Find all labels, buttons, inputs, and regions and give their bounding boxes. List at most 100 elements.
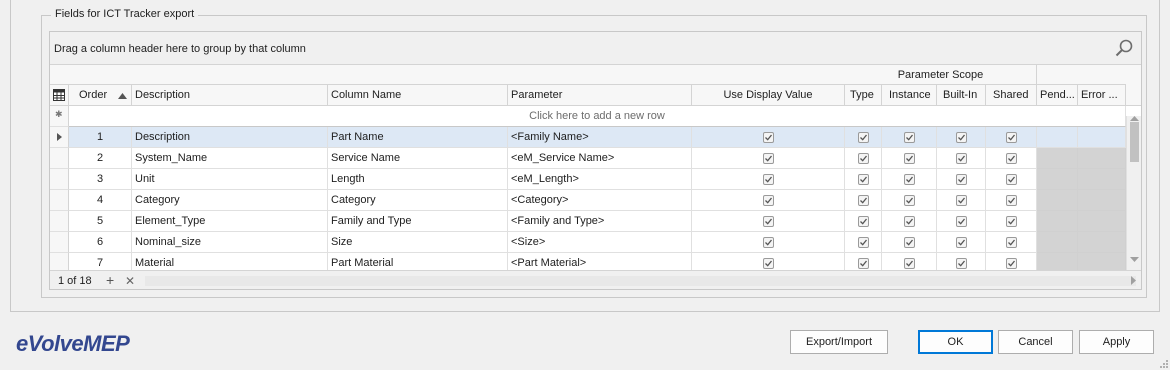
column-header-type[interactable]: Type xyxy=(845,85,882,106)
checkbox-instance[interactable] xyxy=(904,132,915,143)
cell-shared[interactable] xyxy=(986,190,1037,211)
cell-instance[interactable] xyxy=(882,232,937,253)
data-grid[interactable]: Drag a column header here to group by th… xyxy=(49,31,1142,290)
checkbox-use-display-value[interactable] xyxy=(763,258,774,269)
checkbox-use-display-value[interactable] xyxy=(763,216,774,227)
cell-pending[interactable] xyxy=(1037,190,1078,211)
cell-column-name[interactable]: Category xyxy=(328,190,508,211)
checkbox-built-in[interactable] xyxy=(956,174,967,185)
cell-use-display-value[interactable] xyxy=(692,169,845,190)
search-icon[interactable] xyxy=(1114,38,1134,58)
column-header-pending[interactable]: Pend... xyxy=(1037,85,1078,106)
cell-error[interactable] xyxy=(1078,190,1126,211)
cell-pending[interactable] xyxy=(1037,169,1078,190)
checkbox-type[interactable] xyxy=(858,216,869,227)
add-record-icon[interactable]: + xyxy=(106,272,114,288)
cell-shared[interactable] xyxy=(986,127,1037,148)
cell-type[interactable] xyxy=(845,232,882,253)
cell-order[interactable]: 2 xyxy=(69,148,132,169)
column-header-column-name[interactable]: Column Name xyxy=(328,85,508,106)
cell-built-in[interactable] xyxy=(937,190,986,211)
column-header-shared[interactable]: Shared xyxy=(986,85,1037,106)
cell-built-in[interactable] xyxy=(937,148,986,169)
cell-column-name[interactable]: Part Name xyxy=(328,127,508,148)
checkbox-shared[interactable] xyxy=(1006,237,1017,248)
cell-parameter[interactable]: <Family Name> xyxy=(508,127,692,148)
cell-description[interactable]: Category xyxy=(132,190,328,211)
new-item-row[interactable]: ✱ Click here to add a new row xyxy=(50,106,1126,127)
column-header-description[interactable]: Description xyxy=(132,85,328,106)
cell-shared[interactable] xyxy=(986,169,1037,190)
cell-error[interactable] xyxy=(1078,169,1126,190)
row-indicator[interactable] xyxy=(50,169,69,190)
cell-pending[interactable] xyxy=(1037,148,1078,169)
column-header-built-in[interactable]: Built-In xyxy=(937,85,986,106)
cell-parameter[interactable]: <eM_Service Name> xyxy=(508,148,692,169)
export-import-button[interactable]: Export/Import xyxy=(790,330,888,354)
row-indicator[interactable] xyxy=(50,232,69,253)
row-indicator[interactable] xyxy=(50,190,69,211)
cancel-button[interactable]: Cancel xyxy=(998,330,1073,354)
cell-error[interactable] xyxy=(1078,211,1126,232)
cell-use-display-value[interactable] xyxy=(692,127,845,148)
checkbox-built-in[interactable] xyxy=(956,153,967,164)
cell-parameter[interactable]: <Category> xyxy=(508,190,692,211)
table-row[interactable]: 5 Element_Type Family and Type <Family and … xyxy=(50,211,1126,232)
scroll-down-arrow-icon[interactable] xyxy=(1130,257,1139,262)
checkbox-built-in[interactable] xyxy=(956,237,967,248)
column-chooser[interactable] xyxy=(50,85,69,106)
cell-parameter[interactable]: <eM_Length> xyxy=(508,169,692,190)
table-row[interactable]: 3 Unit Length <eM_Length> xyxy=(50,169,1126,190)
group-by-panel[interactable]: Drag a column header here to group by th… xyxy=(50,32,1141,65)
checkbox-shared[interactable] xyxy=(1006,153,1017,164)
checkbox-shared[interactable] xyxy=(1006,132,1017,143)
checkbox-type[interactable] xyxy=(858,132,869,143)
cell-order[interactable]: 3 xyxy=(69,169,132,190)
cell-shared[interactable] xyxy=(986,232,1037,253)
checkbox-instance[interactable] xyxy=(904,174,915,185)
horizontal-scrollbar[interactable] xyxy=(145,276,1136,286)
cell-column-name[interactable]: Length xyxy=(328,169,508,190)
cell-description[interactable]: System_Name xyxy=(132,148,328,169)
column-header-use-display-value[interactable]: Use Display Value xyxy=(692,85,845,106)
resize-grip-icon[interactable] xyxy=(1160,360,1168,368)
checkbox-use-display-value[interactable] xyxy=(763,174,774,185)
cell-instance[interactable] xyxy=(882,190,937,211)
column-header-instance[interactable]: Instance xyxy=(882,85,937,106)
checkbox-built-in[interactable] xyxy=(956,258,967,269)
checkbox-use-display-value[interactable] xyxy=(763,195,774,206)
checkbox-instance[interactable] xyxy=(904,237,915,248)
cell-description[interactable]: Nominal_size xyxy=(132,232,328,253)
cell-built-in[interactable] xyxy=(937,169,986,190)
vertical-scrollbar[interactable] xyxy=(1126,116,1141,270)
cell-column-name[interactable]: Size xyxy=(328,232,508,253)
checkbox-instance[interactable] xyxy=(904,153,915,164)
row-indicator[interactable] xyxy=(50,148,69,169)
column-header-error[interactable]: Error ... xyxy=(1078,85,1126,106)
checkbox-type[interactable] xyxy=(858,174,869,185)
checkbox-shared[interactable] xyxy=(1006,195,1017,206)
delete-record-icon[interactable]: ✕ xyxy=(125,274,135,288)
table-row[interactable]: 2 System_Name Service Name <eM_Service Name… xyxy=(50,148,1126,169)
cell-column-name[interactable]: Service Name xyxy=(328,148,508,169)
checkbox-shared[interactable] xyxy=(1006,216,1017,227)
cell-type[interactable] xyxy=(845,148,882,169)
column-header-order[interactable]: Order xyxy=(69,85,132,106)
checkbox-shared[interactable] xyxy=(1006,258,1017,269)
ok-button[interactable]: OK xyxy=(918,330,993,354)
cell-parameter[interactable]: <Size> xyxy=(508,232,692,253)
cell-order[interactable]: 6 xyxy=(69,232,132,253)
checkbox-instance[interactable] xyxy=(904,258,915,269)
cell-shared[interactable] xyxy=(986,211,1037,232)
cell-use-display-value[interactable] xyxy=(692,232,845,253)
checkbox-instance[interactable] xyxy=(904,195,915,206)
cell-error[interactable] xyxy=(1078,148,1126,169)
cell-column-name[interactable]: Family and Type xyxy=(328,211,508,232)
checkbox-built-in[interactable] xyxy=(956,132,967,143)
checkbox-built-in[interactable] xyxy=(956,216,967,227)
checkbox-instance[interactable] xyxy=(904,216,915,227)
cell-instance[interactable] xyxy=(882,148,937,169)
cell-error[interactable] xyxy=(1078,232,1126,253)
checkbox-type[interactable] xyxy=(858,195,869,206)
cell-use-display-value[interactable] xyxy=(692,211,845,232)
